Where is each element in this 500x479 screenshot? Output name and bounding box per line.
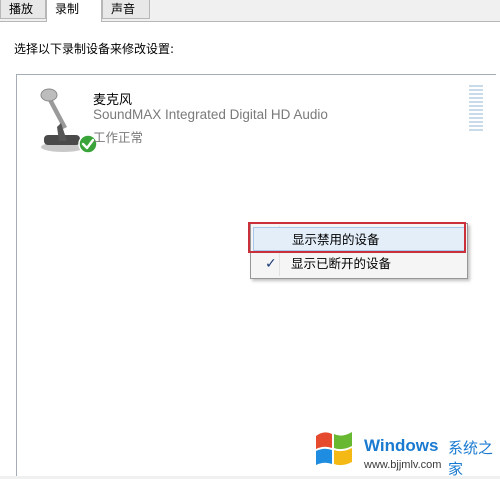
tab-recording[interactable]: 录制 (46, 0, 102, 22)
check-icon: ✓ (265, 256, 277, 272)
menu-item-show-disconnected[interactable]: ✓ 显示已断开的设备 (253, 252, 465, 276)
device-name: 麦克风 (93, 93, 133, 108)
tab-label: 录制 (55, 2, 80, 16)
watermark-suffix: 系统之家 (448, 439, 494, 478)
tab-label: 播放 (9, 2, 34, 16)
watermark-brand: Windows (364, 436, 439, 455)
tab-playback[interactable]: 播放 (0, 0, 46, 19)
tab-bar: 播放 录制 声音 (0, 0, 500, 22)
tab-sounds[interactable]: 声音 (102, 0, 150, 19)
tab-label: 声音 (111, 2, 136, 16)
device-status: 工作正常 (93, 130, 144, 145)
highlight-outline (248, 222, 466, 253)
instruction-text: 选择以下录制设备来修改设置: (14, 42, 175, 56)
device-driver: SoundMAX Integrated Digital HD Audio (93, 107, 328, 122)
menu-item-label: 显示已断开的设备 (291, 256, 392, 271)
watermark-url: www.bjjmlv.com (364, 459, 442, 471)
windows-logo-icon (316, 432, 352, 466)
level-meter (469, 85, 483, 133)
watermark: Windows 系统之家 www.bjjmlv.com (312, 428, 500, 478)
